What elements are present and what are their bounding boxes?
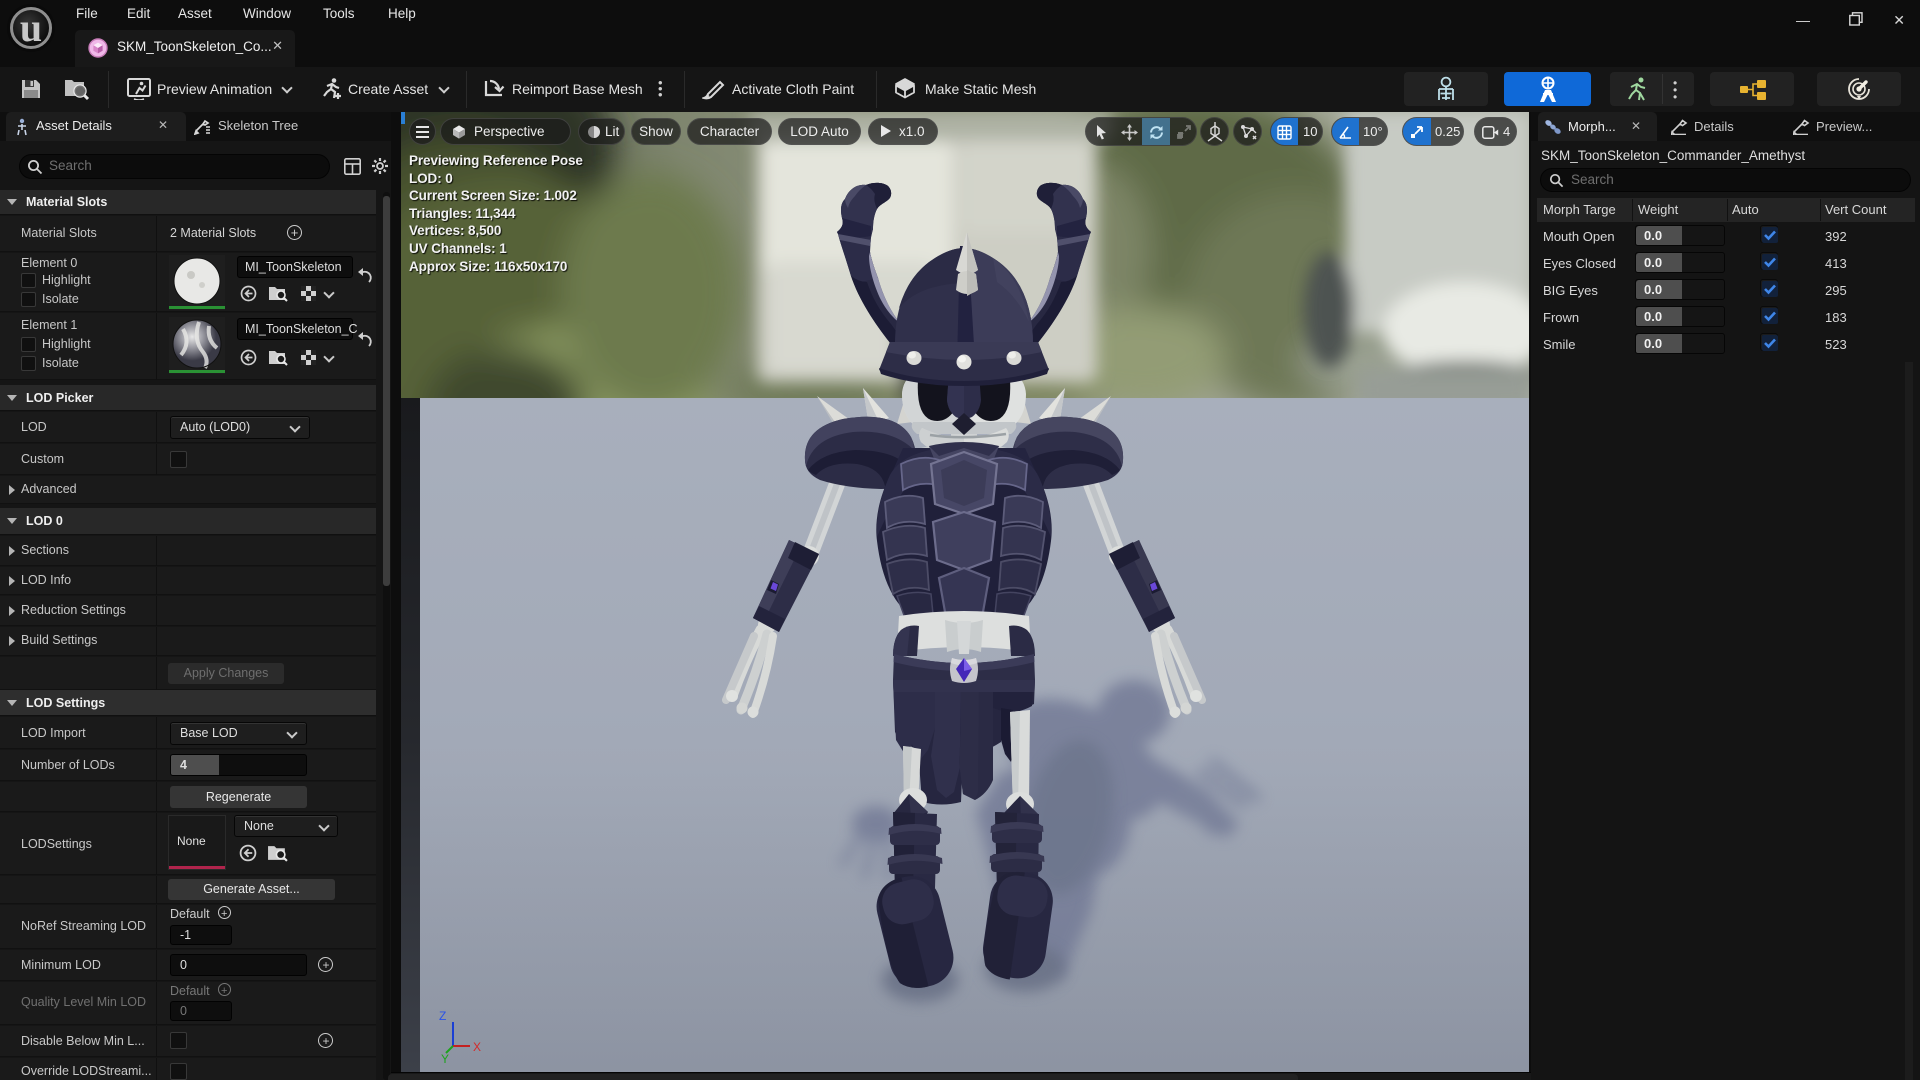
svg-text:Z: Z [439, 1009, 446, 1023]
svg-text:X: X [473, 1040, 481, 1054]
svg-text:Y: Y [441, 1052, 449, 1066]
